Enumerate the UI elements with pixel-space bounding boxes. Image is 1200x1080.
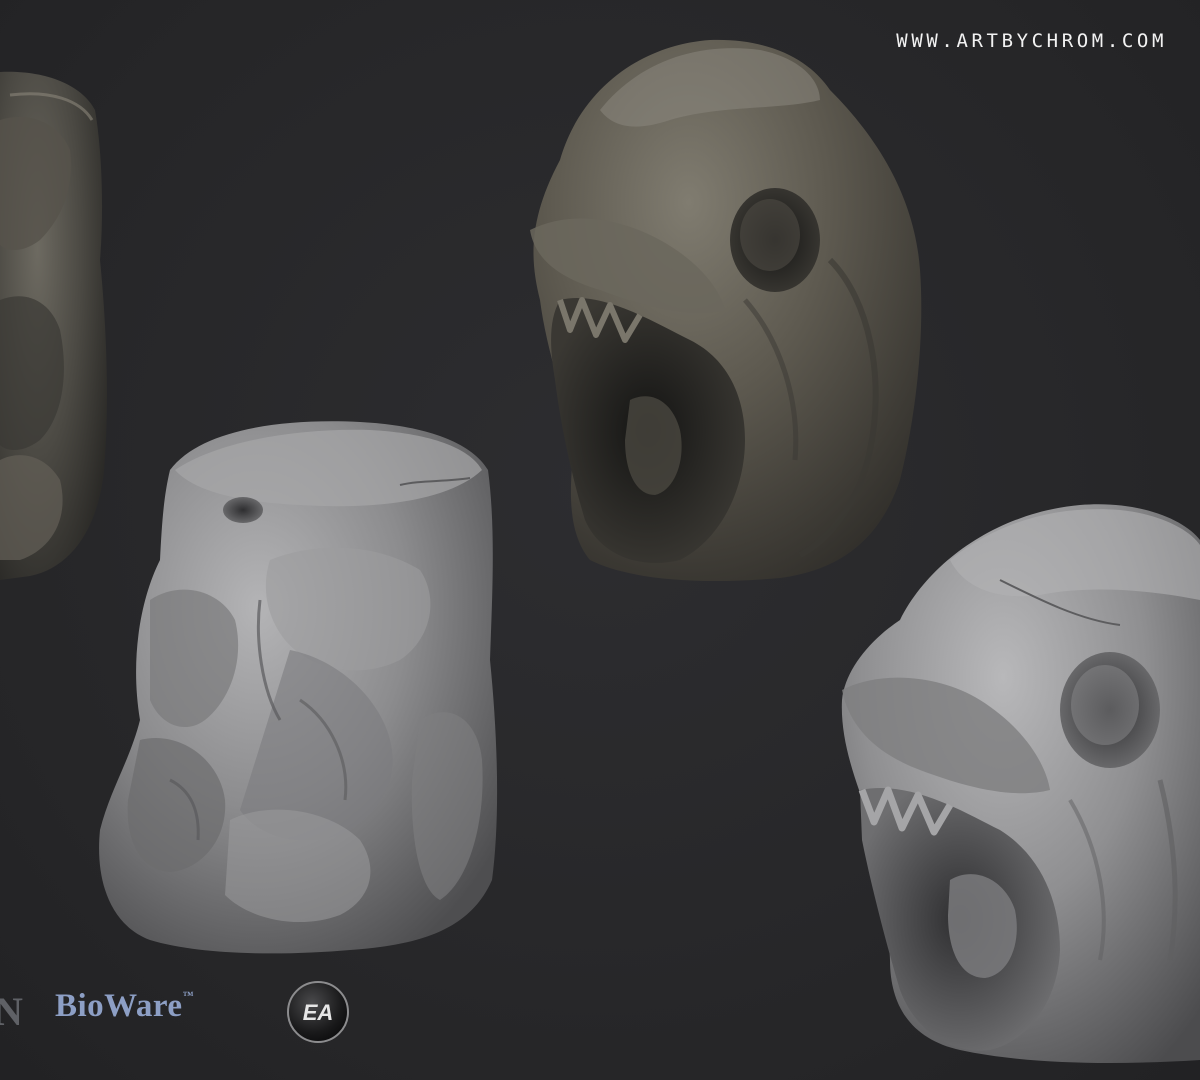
rock-left-shape: [0, 71, 107, 580]
clay-creature-shape: [99, 421, 498, 954]
ea-logo-text: EA: [303, 1000, 334, 1025]
ea-logo-icon: EA: [287, 981, 349, 1043]
textured-rock-left-render: [0, 39, 1200, 1080]
website-watermark: WWW.ARTBYCHROM.COM: [896, 30, 1167, 52]
bioware-logo-text: BioWare: [55, 988, 183, 1024]
bioware-logo: BioWare™: [55, 988, 194, 1025]
artwork-canvas: WWW.ARTBYCHROM.COM N BioWare™ EA: [0, 0, 1200, 1080]
clay-skull-shape: [841, 504, 1200, 1080]
textured-skull-shape: [530, 39, 922, 581]
cropped-game-logo: N: [0, 989, 23, 1034]
trademark-symbol: ™: [182, 990, 195, 1002]
